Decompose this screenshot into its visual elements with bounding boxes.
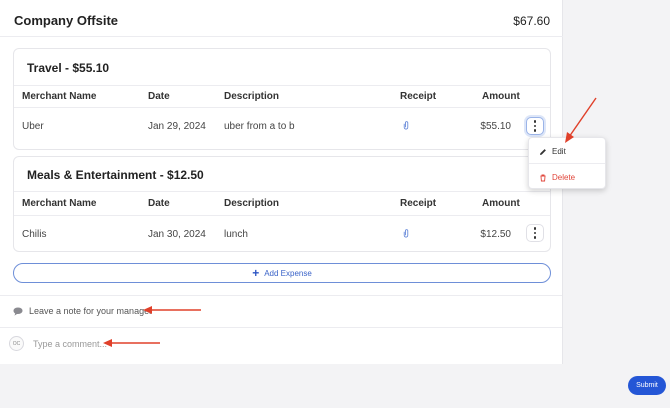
annotation-arrow-head (143, 306, 152, 314)
annotation-arrow-head (103, 339, 112, 347)
annotation-arrow-head (565, 132, 574, 143)
annotation-arrows (103, 97, 597, 347)
annotation-arrow (568, 97, 597, 138)
